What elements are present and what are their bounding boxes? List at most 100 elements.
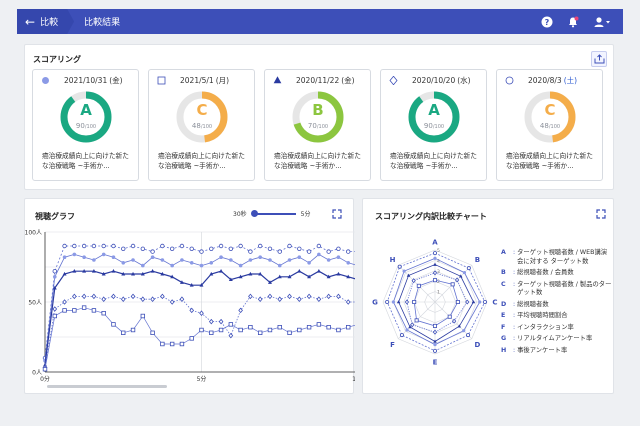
series-line-triangle [44,270,355,366]
data-point-circle [316,243,322,249]
legend-text: ターゲット視聴者数 / 製品のターゲット数 [517,280,612,297]
series-marker-icon [505,76,514,85]
data-point-square [238,327,243,333]
data-point-diamond [81,293,87,300]
back-arrow-icon[interactable]: ← [25,15,35,29]
score-max: /100 [200,124,213,130]
score-grade: A [80,101,92,119]
data-point-diamond [120,296,126,302]
radar-chart: 12345ABCDEFGH [372,239,497,367]
scoring-breakdown-panel: スコアリング内訳比較チャート 12345ABCDEFGH A: ターゲット視聴者数… [362,198,614,394]
radar-scale-label: 5 [437,248,440,254]
expand-radar-icon[interactable] [596,209,606,219]
score-card[interactable]: 2020/11/22 (金) B 70/100 癌治療成績向上に向けた新たな治療… [264,69,371,181]
data-point-circle [52,268,57,274]
legend-item: E: 平均視聴時間割合 [501,312,568,319]
marker-shape [389,76,398,85]
radar-point-diamond [465,299,470,305]
radar-point-dot [462,329,466,333]
data-point-triangle [150,269,155,273]
card-date: 2020/11/22 [296,76,340,85]
radar-axis-label: F [390,341,395,349]
data-point-square [150,330,155,335]
data-point-dot [287,258,292,262]
marker-shape [42,77,49,84]
radar-legend: A: ターゲット視聴者数 / WEB講演会に対する ターゲット数 B: 総視聴者数 /… [501,249,613,358]
marker-shape [273,76,282,84]
radar-point-circle [482,300,487,305]
data-point-dot [229,258,233,262]
legend-text: ターゲット視聴者数 / WEB講演会に対する ターゲット数 [517,249,608,265]
radar-point-circle [397,264,402,269]
data-point-circle [248,249,253,254]
notification-bell-icon[interactable] [567,16,579,28]
series-marker-icon [41,76,50,85]
data-point-dot [219,255,223,259]
data-point-dot [268,258,272,262]
legend-text: 事後アンケート率 [517,346,568,354]
score-number: 70 [307,122,317,130]
radar-axis-label: C [492,299,497,307]
radar-point-circle [433,251,438,256]
data-point-circle [326,249,331,254]
data-point-square [326,325,331,330]
card-event-title: 癌治療成績向上に向けた新たな治療戦略 ~手術か... [42,152,129,170]
data-point-circle [209,246,214,251]
data-point-dot [62,255,67,259]
radar-point-square [455,300,460,305]
score-value: 70/100 [291,122,345,130]
viewing-graph-panel: 視聴グラフ 30秒 5分 0人 50人 100人 0分 5分 1 [24,198,355,394]
back-breadcrumb[interactable]: ← 比較 [17,9,75,34]
legend-key: B [501,269,506,276]
legend-text: インタラクション率 [517,323,574,331]
radar-point-dot [478,300,482,304]
user-account-icon[interactable] [593,16,611,28]
card-date: 2021/5/1 [180,76,214,85]
legend-item: G: リアルタイムアンケート率 [501,335,593,342]
help-icon[interactable]: ? [541,16,553,28]
card-date: 2020/10/20 [412,76,456,85]
score-card[interactable]: 2021/10/31 (金) A 90/100 癌治療成績向上に向けた新たな治療… [32,69,139,181]
data-point-dot [189,261,194,265]
data-point-dot [258,255,262,259]
data-point-diamond [326,293,331,300]
radar-point-square [433,278,438,283]
back-breadcrumb-label[interactable]: 比較 [40,15,58,28]
score-grade: B [312,101,324,119]
chart-scrollbar[interactable] [47,385,167,388]
data-point-dot [209,261,214,265]
legend-item: F: インタラクション率 [501,323,574,331]
data-point-square [316,322,322,327]
data-point-circle [189,246,194,251]
data-point-circle [218,243,224,249]
data-point-dot [92,258,96,262]
radar-axis-label: B [475,256,480,264]
score-value: 90/100 [59,122,113,130]
radar-axis-label: G [372,299,378,307]
score-grade: A [428,101,440,119]
share-button[interactable] [591,51,607,67]
data-point-circle [140,246,146,251]
data-point-dot [317,252,321,257]
score-card[interactable]: 2021/5/1 (月) C 48/100 癌治療成績向上に向けた新たな治療戦略… [148,69,255,181]
data-point-diamond [257,296,263,302]
data-point-circle [111,243,116,249]
score-max: /100 [432,124,445,130]
radar-point-dot [462,270,467,275]
data-point-circle [160,243,165,249]
data-point-circle [228,246,234,251]
data-point-square [121,330,126,335]
score-card[interactable]: 2020/8/3 (土) C 48/100 癌治療成績向上に向けた新たな治療戦略… [496,69,603,181]
data-point-circle [297,246,302,251]
radar-axis-label: E [433,359,438,367]
data-point-diamond [52,306,58,312]
data-point-square [52,313,57,319]
score-card[interactable]: 2020/10/20 (水) A 90/100 癌治療成績向上に向けた新たな治療… [380,69,487,181]
score-number: 48 [539,122,549,130]
data-point-diamond [160,293,165,300]
data-point-triangle [336,271,341,276]
data-point-circle [257,243,263,249]
top-navigation-bar: ← 比較 比較結果 ? [17,9,623,34]
score-donut: B 70/100 [291,90,345,144]
data-point-diamond [345,299,351,305]
